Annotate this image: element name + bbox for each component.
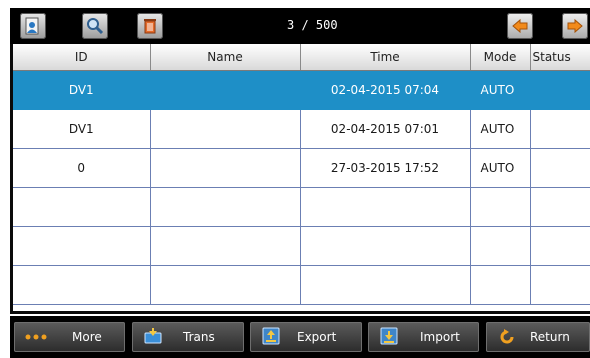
cell-id: [13, 187, 151, 227]
search-button[interactable]: [82, 13, 108, 39]
column-header-id[interactable]: ID: [13, 44, 151, 71]
cell-time: 27-03-2015 17:52: [300, 148, 471, 188]
table-row[interactable]: DV1 02-04-2015 07:04 AUTO: [13, 70, 590, 110]
column-header-time[interactable]: Time: [300, 44, 471, 71]
column-header-name[interactable]: Name: [150, 44, 301, 71]
export-label: Export: [297, 330, 337, 344]
transfer-tray-icon: [144, 327, 162, 348]
table-row[interactable]: 0 27-03-2015 17:52 AUTO: [13, 148, 590, 188]
delete-button[interactable]: [137, 13, 163, 39]
cell-mode: AUTO: [470, 70, 531, 110]
return-arrow-icon: [498, 328, 516, 349]
record-info-button[interactable]: [20, 13, 46, 39]
cell-time: [300, 187, 471, 227]
return-button[interactable]: Return: [486, 322, 590, 352]
cell-status: [530, 187, 590, 227]
cell-id: DV1: [13, 70, 151, 110]
cell-id: [13, 265, 151, 305]
cell-mode: AUTO: [470, 109, 531, 149]
import-button[interactable]: Import: [368, 322, 479, 352]
cell-status: [530, 226, 590, 266]
cell-mode: AUTO: [470, 148, 531, 188]
cell-name: [150, 187, 301, 227]
trans-button[interactable]: Trans: [132, 322, 244, 352]
bottom-toolbar: More Trans Export Import Return: [10, 316, 590, 358]
return-label: Return: [530, 330, 570, 344]
records-table: ID Name Time Mode Status DV1 02-04-2015 …: [10, 44, 590, 314]
next-page-button[interactable]: [562, 13, 588, 39]
column-header-status[interactable]: Status: [530, 44, 590, 71]
cell-status: [530, 70, 590, 110]
table-row[interactable]: [13, 226, 590, 266]
cell-mode: [470, 265, 531, 305]
cell-name: [150, 70, 301, 110]
previous-page-button[interactable]: [507, 13, 533, 39]
cell-id: DV1: [13, 109, 151, 149]
cell-name: [150, 265, 301, 305]
cell-status: [530, 109, 590, 149]
more-button[interactable]: More: [14, 322, 125, 352]
cell-time: 02-04-2015 07:04: [300, 70, 471, 110]
import-icon: [380, 327, 398, 348]
table-row[interactable]: DV1 02-04-2015 07:01 AUTO: [13, 109, 590, 149]
cell-mode: [470, 226, 531, 266]
column-header-mode[interactable]: Mode: [470, 44, 531, 71]
cell-status: [530, 148, 590, 188]
table-header-row: ID Name Time Mode Status: [13, 44, 590, 71]
trans-label: Trans: [183, 330, 215, 344]
cell-name: [150, 148, 301, 188]
table-row[interactable]: [13, 187, 590, 227]
export-icon: [262, 327, 280, 348]
cell-id: 0: [13, 148, 151, 188]
cell-id: [13, 226, 151, 266]
cell-name: [150, 226, 301, 266]
cell-name: [150, 109, 301, 149]
more-dots-icon: [24, 331, 50, 346]
cell-mode: [470, 187, 531, 227]
cell-time: 02-04-2015 07:01: [300, 109, 471, 149]
page-counter: 3 / 500: [287, 18, 338, 32]
table-row[interactable]: [13, 265, 590, 305]
more-label: More: [72, 330, 102, 344]
cell-time: [300, 226, 471, 266]
cell-status: [530, 265, 590, 305]
export-button[interactable]: Export: [250, 322, 362, 352]
import-label: Import: [420, 330, 460, 344]
top-toolbar: 3 / 500: [10, 8, 590, 44]
cell-time: [300, 265, 471, 305]
